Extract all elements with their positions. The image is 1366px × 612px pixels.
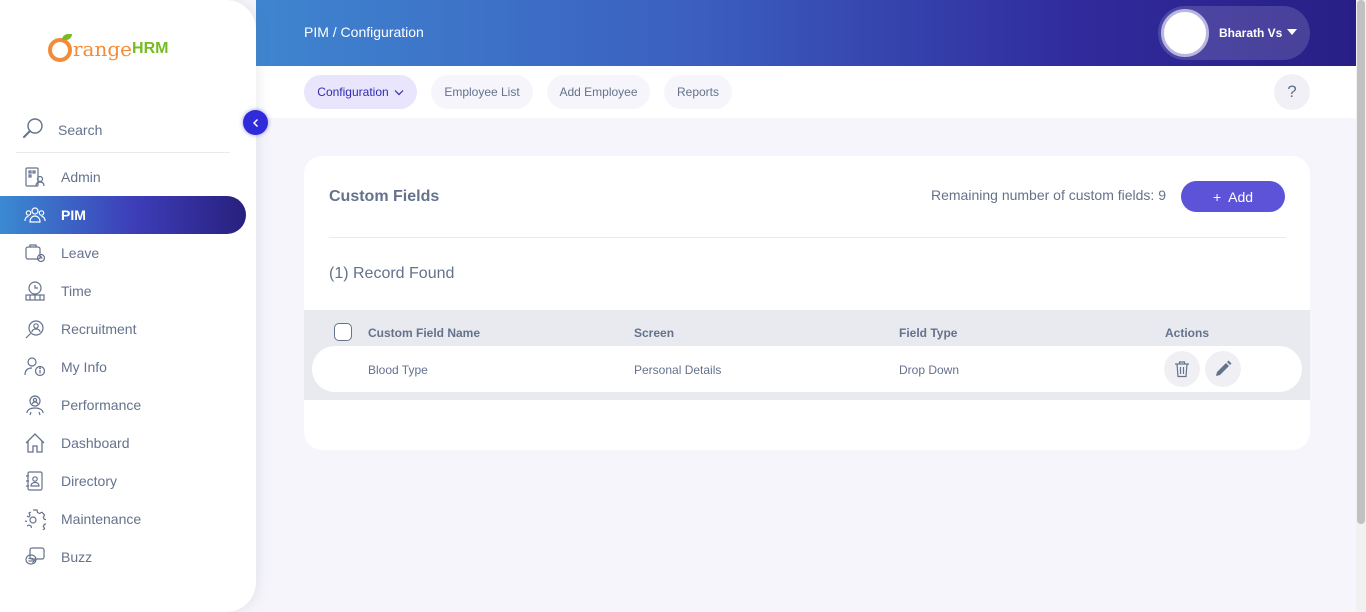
- directory-icon: [22, 468, 48, 494]
- sidebar-item-label: Recruitment: [61, 321, 137, 337]
- sidebar-item-label: Buzz: [61, 549, 93, 565]
- sidebar-item-label: Admin: [61, 169, 101, 185]
- plus-icon: +: [1212, 188, 1222, 205]
- collapse-sidebar-button[interactable]: [243, 110, 268, 135]
- sub-navigation: Configuration Employee List Add Employee…: [256, 66, 1356, 118]
- delete-button[interactable]: [1164, 351, 1200, 387]
- caret-down-icon: [1287, 29, 1298, 35]
- sidebar-item-recruitment[interactable]: Recruitment: [0, 310, 246, 348]
- scrollbar-thumb[interactable]: [1357, 0, 1365, 524]
- tab-label: Add Employee: [559, 85, 638, 99]
- custom-fields-table: Custom Field Name Screen Field Type Acti…: [304, 310, 1310, 400]
- table-row[interactable]: Blood Type Personal Details Drop Down: [312, 346, 1302, 392]
- sidebar: range HRM Search Admin PIM Leave Time Rec…: [0, 0, 268, 612]
- sidebar-item-label: PIM: [61, 207, 86, 223]
- top-bar: PIM / Configuration Bharath Vs: [256, 0, 1356, 66]
- column-header: Custom Field Name: [368, 326, 481, 340]
- remaining-fields-text: Remaining number of custom fields: 9: [931, 187, 1166, 203]
- main-menu: Admin PIM Leave Time Recruitment My Info…: [0, 158, 256, 576]
- column-header: Field Type: [899, 326, 958, 340]
- sidebar-item-label: My Info: [61, 359, 107, 375]
- page-title: Custom Fields: [329, 188, 440, 205]
- tab-reports[interactable]: Reports: [664, 75, 732, 109]
- sidebar-item-buzz[interactable]: Buzz: [0, 538, 246, 576]
- cell-field-type: Drop Down: [899, 363, 960, 377]
- tab-label: Employee List: [444, 85, 520, 99]
- pencil-icon: [1216, 360, 1232, 376]
- recruitment-icon: [22, 316, 48, 342]
- select-all-checkbox[interactable]: [334, 323, 352, 341]
- sidebar-item-time[interactable]: Time: [0, 272, 246, 310]
- tab-employee-list[interactable]: Employee List: [431, 75, 533, 109]
- cell-field-name: Blood Type: [368, 363, 428, 377]
- column-header: Actions: [1165, 326, 1210, 340]
- user-name: Bharath Vs: [1219, 26, 1283, 40]
- help-button[interactable]: ?: [1274, 74, 1310, 110]
- maintenance-icon: [22, 506, 48, 532]
- edit-button[interactable]: [1205, 351, 1241, 387]
- page-scrollbar[interactable]: [1356, 0, 1366, 612]
- search-label: Search: [58, 122, 103, 138]
- logo-text: range: [73, 37, 133, 61]
- pim-icon: [22, 202, 48, 228]
- sidebar-item-label: Performance: [61, 397, 142, 413]
- divider: [329, 237, 1286, 238]
- leave-icon: [22, 240, 48, 266]
- tab-configuration[interactable]: Configuration: [304, 75, 417, 109]
- sidebar-item-label: Directory: [61, 473, 118, 489]
- sidebar-item-maintenance[interactable]: Maintenance: [0, 500, 246, 538]
- performance-icon: [22, 392, 48, 418]
- chevron-down-icon: [394, 89, 404, 95]
- time-icon: [22, 278, 48, 304]
- search-icon: [22, 117, 44, 144]
- add-button[interactable]: + Add: [1181, 181, 1285, 212]
- records-found: (1) Record Found: [329, 265, 455, 282]
- chevron-left-icon: [252, 118, 258, 127]
- sidebar-search[interactable]: Search: [16, 108, 230, 153]
- sidebar-item-leave[interactable]: Leave: [0, 234, 246, 272]
- admin-icon: [22, 164, 48, 190]
- my-info-icon: [22, 354, 48, 380]
- avatar: [1161, 9, 1209, 57]
- logo-orange-icon: [48, 34, 72, 62]
- tab-label: Configuration: [317, 85, 389, 99]
- orangehrm-logo[interactable]: range HRM: [48, 30, 168, 64]
- tab-label: Reports: [676, 85, 720, 99]
- column-header: Screen: [634, 326, 675, 340]
- sidebar-item-label: Dashboard: [61, 435, 130, 451]
- trash-icon: [1175, 361, 1189, 378]
- add-button-label: Add: [1228, 188, 1254, 205]
- sidebar-item-label: Maintenance: [61, 511, 142, 527]
- custom-fields-card: Custom Fields Remaining number of custom…: [304, 156, 1310, 450]
- sidebar-item-dashboard[interactable]: Dashboard: [0, 424, 246, 462]
- sidebar-item-admin[interactable]: Admin: [0, 158, 246, 196]
- sidebar-item-directory[interactable]: Directory: [0, 462, 246, 500]
- sidebar-item-performance[interactable]: Performance: [0, 386, 246, 424]
- sidebar-item-pim[interactable]: PIM: [0, 196, 246, 234]
- sidebar-item-my-info[interactable]: My Info: [0, 348, 246, 386]
- sidebar-item-label: Time: [61, 283, 92, 299]
- buzz-icon: [22, 544, 48, 570]
- dashboard-icon: [22, 430, 48, 456]
- tab-add-employee[interactable]: Add Employee: [547, 75, 650, 109]
- breadcrumb: PIM / Configuration: [304, 24, 424, 40]
- logo-suffix: HRM: [132, 40, 169, 57]
- cell-screen: Personal Details: [634, 363, 722, 377]
- user-dropdown[interactable]: Bharath Vs: [1158, 6, 1310, 60]
- sidebar-item-label: Leave: [61, 245, 100, 261]
